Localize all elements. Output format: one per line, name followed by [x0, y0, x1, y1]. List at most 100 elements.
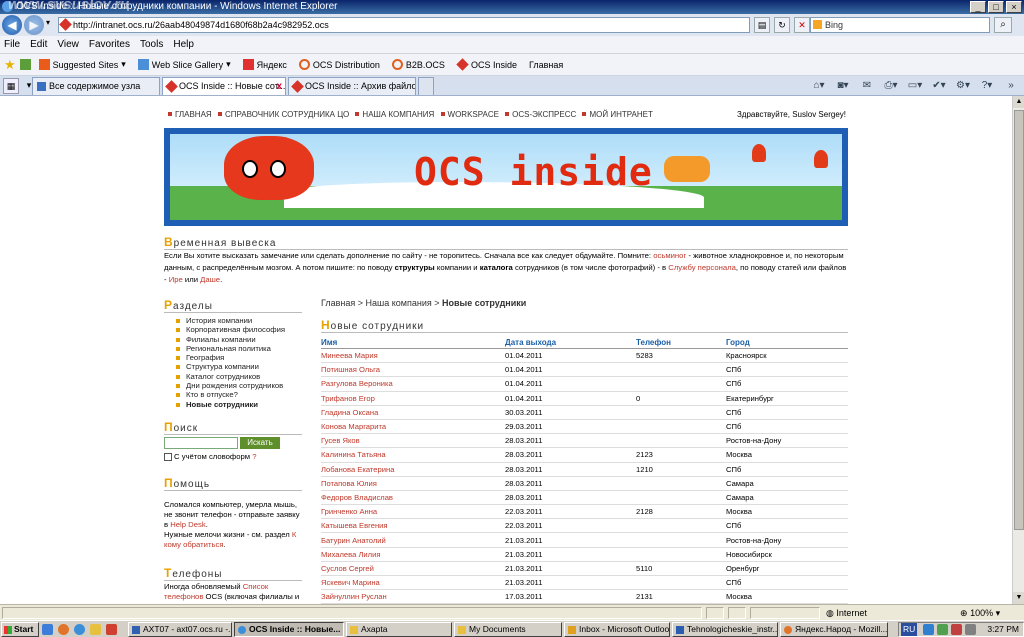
section-new-employees[interactable]: Новые сотрудники: [176, 400, 285, 409]
site-search-button[interactable]: Искать: [240, 437, 280, 449]
print-icon[interactable]: ⎙▾: [882, 78, 900, 93]
back-icon[interactable]: ◀: [2, 15, 22, 35]
employee-name-link[interactable]: Михалева Лилия: [321, 547, 505, 562]
menu-view[interactable]: View: [57, 36, 79, 53]
employee-name-link[interactable]: Лобанова Екатерина: [321, 462, 505, 477]
link-structure[interactable]: структуры: [395, 263, 435, 272]
fav-yandex[interactable]: Яндекс: [239, 59, 291, 70]
employee-name-link[interactable]: Конова Маргарита: [321, 419, 505, 435]
address-input[interactable]: http://intranet.ocs.ru/26aab48049874d168…: [58, 17, 750, 33]
employee-name-link[interactable]: Минеева Мария: [321, 348, 505, 364]
more-icon[interactable]: »: [1002, 78, 1020, 93]
tab-file-archive[interactable]: OCS Inside :: Архив файло...: [288, 77, 416, 95]
task-axt07[interactable]: AXT07 - axt07.ocs.ru -...: [128, 622, 232, 637]
nav-workspace[interactable]: WORKSPACE: [448, 110, 499, 119]
fav-b2b-ocs[interactable]: B2B.OCS: [388, 59, 449, 70]
fav-suggested-sites[interactable]: Suggested Sites ▾: [35, 59, 130, 70]
quicklaunch-firefox-icon[interactable]: [58, 624, 69, 635]
mail-icon[interactable]: ✉: [858, 78, 876, 93]
employee-name-link[interactable]: Батурин Анатолий: [321, 532, 505, 548]
morphology-help-link[interactable]: ?: [252, 452, 256, 461]
employee-name-link[interactable]: Суслов Сергей: [321, 561, 505, 577]
scroll-thumb[interactable]: [1014, 110, 1024, 530]
search-go-icon[interactable]: ⌕: [994, 17, 1012, 33]
zoom-level[interactable]: ⊕ 100% ▾: [960, 605, 1000, 621]
section-structure[interactable]: Структура компании: [176, 362, 285, 371]
tools-gear-icon[interactable]: ⚙▾: [954, 78, 972, 93]
nav-handbook[interactable]: СПРАВОЧНИК СОТРУДНИКА ЦО: [225, 110, 349, 119]
scroll-down-icon[interactable]: ▼: [1013, 592, 1024, 604]
link-catalog[interactable]: каталога: [480, 263, 513, 272]
section-birthdays[interactable]: Дни рождения сотрудников: [176, 381, 285, 390]
link-hr-service[interactable]: Службу персонала: [668, 263, 736, 272]
employee-name-link[interactable]: Гладина Оксана: [321, 405, 505, 420]
quicklaunch-folder-icon[interactable]: [90, 624, 101, 635]
history-dropdown-icon[interactable]: ▾: [46, 18, 50, 27]
add-favorites-icon[interactable]: [19, 59, 31, 70]
employee-name-link[interactable]: Гусев Яков: [321, 433, 505, 449]
employee-name-link[interactable]: Калинина Татьяна: [321, 447, 505, 463]
column-city[interactable]: Город: [726, 338, 848, 349]
home-icon[interactable]: ⌂▾: [810, 78, 828, 93]
site-search-input[interactable]: [164, 437, 238, 449]
section-philosophy[interactable]: Корпоративная философия: [176, 325, 285, 334]
menu-file[interactable]: File: [4, 36, 20, 53]
column-phone[interactable]: Телефон: [636, 338, 726, 349]
column-name[interactable]: Имя: [321, 338, 505, 349]
tab-site-contents[interactable]: Все содержимое узла: [32, 77, 160, 95]
task-document[interactable]: Tehnologicheskie_instr...: [672, 622, 778, 637]
task-my-documents[interactable]: My Documents: [454, 622, 562, 637]
employee-name-link[interactable]: Потапова Юлия: [321, 476, 505, 491]
task-firefox[interactable]: Яндекс.Народ - Mozill...: [780, 622, 888, 637]
menu-edit[interactable]: Edit: [30, 36, 47, 53]
help-icon[interactable]: ?▾: [978, 78, 996, 93]
tray-antivirus-icon[interactable]: [937, 624, 948, 635]
section-geography[interactable]: География: [176, 353, 285, 362]
fav-ocs-inside[interactable]: OCS Inside: [453, 58, 521, 71]
section-employee-catalog[interactable]: Каталог сотрудников: [176, 372, 285, 381]
quicklaunch-app-icon[interactable]: [106, 624, 117, 635]
refresh-icon[interactable]: ↻: [774, 17, 790, 33]
tray-app-icon[interactable]: [951, 624, 962, 635]
stop-icon[interactable]: ✕: [794, 17, 810, 33]
employee-name-link[interactable]: Зайнуллин Руслан: [321, 589, 505, 604]
maximize-icon[interactable]: □: [988, 1, 1004, 13]
employee-name-link[interactable]: Федоров Владислав: [321, 490, 505, 506]
nav-main[interactable]: ГЛАВНАЯ: [175, 110, 212, 119]
employee-name-link[interactable]: Потишная Ольга: [321, 362, 505, 378]
language-indicator[interactable]: RU: [901, 623, 918, 636]
quick-tabs-icon[interactable]: ▦: [3, 78, 19, 94]
minimize-icon[interactable]: _: [970, 1, 986, 13]
link-octopus[interactable]: осьминог: [653, 251, 686, 260]
fav-web-slice[interactable]: Web Slice Gallery ▾: [134, 59, 235, 70]
tab-new-employees[interactable]: OCS Inside :: Новые сот... x: [162, 77, 286, 95]
link-dasha[interactable]: Даше: [200, 275, 220, 284]
favorites-star-icon[interactable]: ★: [4, 57, 16, 73]
employee-name-link[interactable]: Гринченко Анна: [321, 504, 505, 520]
clock[interactable]: 3:27 PM: [987, 623, 1019, 636]
fav-main[interactable]: Главная: [525, 60, 567, 70]
nav-ocs-express[interactable]: OCS-ЭКСПРЕСС: [512, 110, 576, 119]
menu-favorites[interactable]: Favorites: [89, 36, 130, 53]
tray-volume-icon[interactable]: [965, 624, 976, 635]
section-branches[interactable]: Филиалы компании: [176, 335, 285, 344]
forward-icon[interactable]: ▶: [24, 15, 44, 35]
page-menu-icon[interactable]: ▭▾: [906, 78, 924, 93]
crumb-company[interactable]: Наша компания: [366, 298, 432, 308]
section-history[interactable]: История компании: [176, 316, 285, 325]
tray-network-icon[interactable]: [923, 624, 934, 635]
section-vacation[interactable]: Кто в отпуске?: [176, 390, 285, 399]
menu-help[interactable]: Help: [173, 36, 194, 53]
link-ira[interactable]: Ире: [169, 275, 183, 284]
section-regional-policy[interactable]: Региональная политика: [176, 344, 285, 353]
employee-name-link[interactable]: Катышева Евгения: [321, 518, 505, 534]
task-outlook[interactable]: Inbox - Microsoft Outlook: [564, 622, 670, 637]
employee-name-link[interactable]: Трифанов Егор: [321, 391, 505, 406]
fav-ocs-distribution[interactable]: OCS Distribution: [295, 59, 384, 70]
quicklaunch-desktop-icon[interactable]: [42, 624, 53, 635]
employee-name-link[interactable]: Разгулова Вероника: [321, 376, 505, 392]
tab-close-icon[interactable]: x: [276, 78, 282, 95]
vertical-scrollbar[interactable]: ▲ ▼: [1012, 96, 1024, 604]
start-button[interactable]: Start: [1, 622, 39, 637]
quicklaunch-ie-icon[interactable]: [74, 624, 85, 635]
